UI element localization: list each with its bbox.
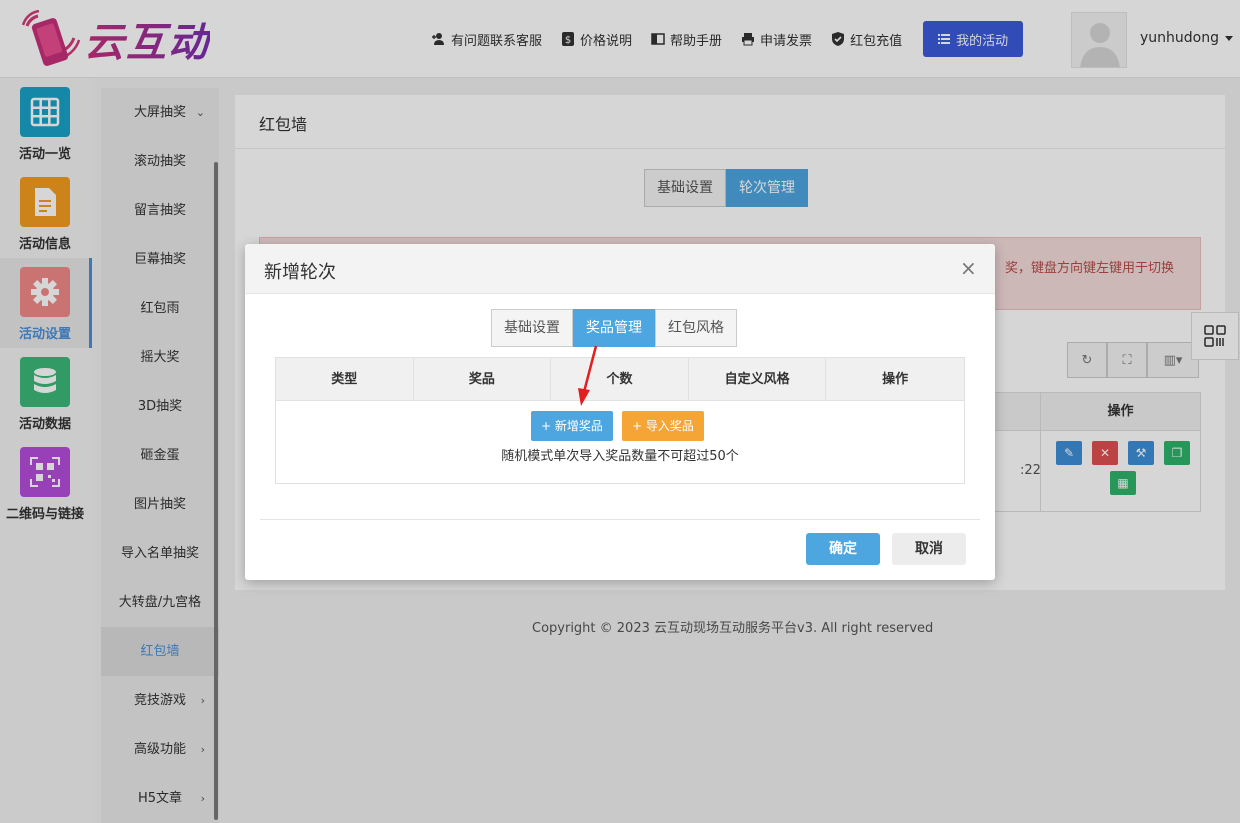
column-header-ops: 操作 bbox=[882, 372, 909, 387]
modal-tab-red-packet-style[interactable]: 红包风格 bbox=[655, 309, 737, 347]
add-prize-button[interactable]: + 新增奖品 bbox=[531, 411, 613, 441]
modal-tabs: 基础设置 奖品管理 红包风格 bbox=[491, 309, 737, 347]
column-header-custom-style: 自定义风格 bbox=[689, 358, 827, 401]
cancel-button[interactable]: 取消 bbox=[892, 533, 966, 565]
confirm-button[interactable]: 确定 bbox=[806, 533, 880, 565]
prize-table-header: 类型 奖品 个数 自定义风格 操作 bbox=[276, 358, 964, 401]
column-header-type: 类型 bbox=[276, 358, 414, 401]
import-limit-note: 随机模式单次导入奖品数量不可超过50个 bbox=[501, 449, 739, 464]
import-prize-button[interactable]: + 导入奖品 bbox=[622, 411, 704, 441]
add-round-modal: 新增轮次 × 基础设置 奖品管理 红包风格 类型 奖品 个数 自定义风格 操作 … bbox=[245, 244, 995, 580]
close-icon[interactable]: × bbox=[960, 258, 977, 278]
modal-tab-prize-management[interactable]: 奖品管理 bbox=[573, 309, 655, 347]
column-header-count: 个数 bbox=[551, 358, 689, 401]
modal-header: 新增轮次 × bbox=[245, 244, 995, 294]
modal-title: 新增轮次 bbox=[264, 262, 336, 283]
column-header-prize: 奖品 bbox=[414, 358, 552, 401]
prize-table: 类型 奖品 个数 自定义风格 操作 + 新增奖品 + 导入奖品 随机模式单次导入… bbox=[275, 357, 965, 484]
modal-divider bbox=[260, 519, 980, 520]
modal-tab-basic-settings[interactable]: 基础设置 bbox=[491, 309, 573, 347]
